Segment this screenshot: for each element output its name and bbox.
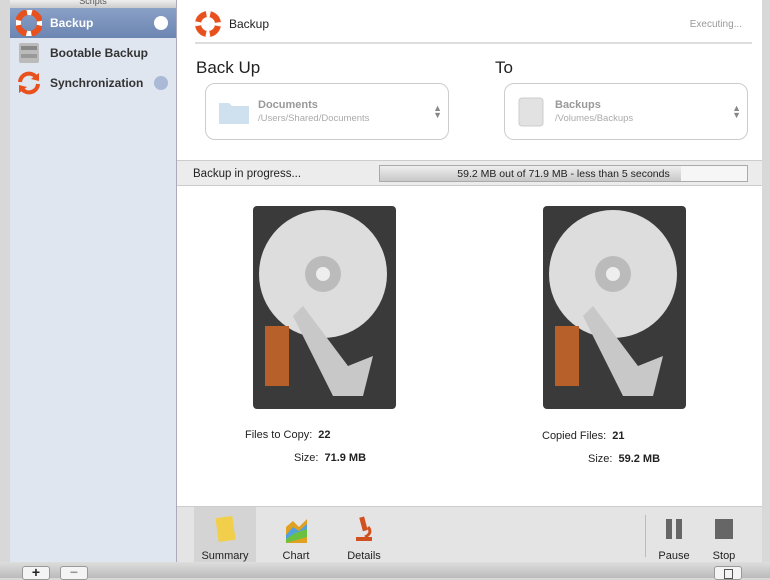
progress-text: 59.2 MB out of 71.9 MB - less than 5 sec… [457,168,670,180]
files-label: Files to Copy: [245,429,313,441]
scheduled-status-icon [154,76,168,90]
summary-label: Summary [201,550,249,562]
destination-hard-drive-image [543,206,686,409]
script-header: Backup Executing... [195,6,752,44]
chart-label: Chart [282,550,310,562]
lifebuoy-icon [16,10,42,36]
source-name: Documents [258,99,318,111]
main-panel: Backup Executing... Back Up To Documents… [177,0,762,563]
destination-path: /Volumes/Backups [555,113,634,124]
sidebar-item-label: Bootable Backup [50,46,149,60]
copied-size: Size: 59.2 MB [588,453,660,465]
summary-tab[interactable]: Summary [194,507,256,563]
files-value: 22 [318,429,331,441]
scripts-sidebar: Scripts Backup Bootable Backup Synchroni… [10,0,177,562]
stop-icon [715,519,733,539]
details-label: Details [347,550,381,562]
files-label: Copied Files: [542,430,607,442]
stop-button[interactable]: Stop [702,507,746,563]
sidebar-item-bootable-backup[interactable]: Bootable Backup [10,38,176,68]
toolbar-divider [645,515,646,557]
chevron-up-down-icon: ▲ ▼ [433,102,442,120]
size-label: Size: [294,452,319,464]
window-bottom-bar: + − [0,562,770,580]
source-size: Size: 71.9 MB [294,452,366,464]
sidebar-header: Scripts [10,0,176,8]
sidebar-item-label: Backup [50,16,94,30]
destination-label: To [495,58,513,77]
sidebar-item-label: Synchronization [50,76,144,90]
destination-picker[interactable]: Backups/Volumes/Backups ▲ ▼ [504,83,748,140]
sync-icon [18,71,40,95]
source-picker[interactable]: Documents/Users/Shared/Documents ▲ ▼ [205,83,449,140]
files-to-copy: Files to Copy: 22 [245,429,331,441]
drive-icon [518,97,544,126]
status-bar: Backup in progress... 59.2 MB out of 71.… [177,160,762,186]
microscope-icon [356,516,372,541]
script-title: Backup [229,17,270,31]
source-hard-drive-image [253,206,396,409]
sidebar-item-synchronization[interactable]: Synchronization [10,68,176,98]
lifebuoy-icon [195,11,221,37]
note-icon [215,515,236,542]
execution-status: Executing... [689,18,742,30]
bottom-toolbar: Summary Chart Details Pause Stop [177,506,762,563]
size-label: Size: [588,453,613,465]
chart-icon [286,519,307,543]
size-value: 59.2 MB [618,453,661,465]
details-tab[interactable]: Details [339,507,389,563]
destination-name: Backups [555,99,601,111]
pause-button[interactable]: Pause [652,507,696,563]
disk-icon [19,43,39,63]
chart-tab[interactable]: Chart [271,507,321,563]
sidebar-item-backup[interactable]: Backup [10,8,176,38]
running-status-icon [154,16,168,30]
size-value: 71.9 MB [324,452,367,464]
pause-label: Pause [658,550,690,562]
progress-status: Backup in progress... [193,168,302,180]
progress-bar: 59.2 MB out of 71.9 MB - less than 5 sec… [379,165,748,182]
pause-icon [666,519,682,539]
source-label: Back Up [196,58,261,77]
folder-icon [219,102,249,124]
chevron-up-down-icon: ▲ ▼ [732,102,741,120]
files-value: 21 [612,430,625,442]
copied-files: Copied Files: 21 [542,430,624,442]
source-path: /Users/Shared/Documents [258,113,370,124]
stop-label: Stop [712,550,736,562]
